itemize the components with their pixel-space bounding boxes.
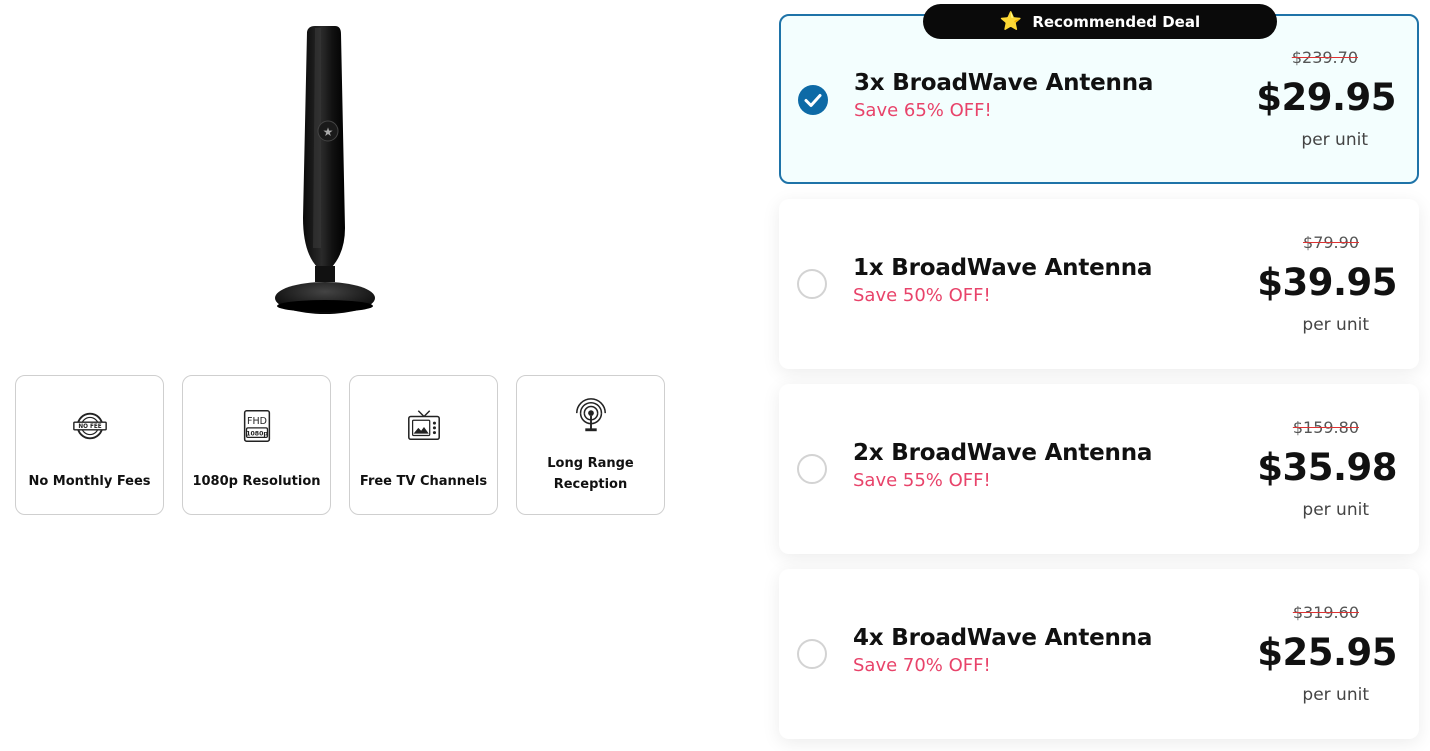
- offer-price: $25.95: [1257, 631, 1397, 674]
- offer-old-price: $319.60: [1292, 603, 1359, 622]
- offer-price: $39.95: [1257, 261, 1397, 304]
- offer-unit-label: per unit: [1301, 130, 1368, 150]
- feature-label: 1080p Resolution: [192, 474, 321, 489]
- antenna-image-icon: ★: [275, 26, 375, 314]
- offer-unit-label: per unit: [1302, 315, 1369, 335]
- feature-label: Long Range Reception: [539, 454, 641, 496]
- antenna-product-image: ★: [255, 18, 395, 318]
- radio-unselected[interactable]: [797, 269, 827, 299]
- svg-text:NO FEE: NO FEE: [78, 424, 101, 430]
- offer-old-price: $159.80: [1292, 418, 1359, 437]
- badge-label: Recommended Deal: [1032, 12, 1201, 31]
- offer-savings: Save 65% OFF!: [854, 100, 992, 121]
- offer-option-4x[interactable]: 4x BroadWave Antenna Save 70% OFF! $319.…: [779, 569, 1419, 739]
- radio-unselected[interactable]: [797, 639, 827, 669]
- feature-label: Free TV Channels: [359, 474, 488, 489]
- offer-title: 3x BroadWave Antenna: [854, 70, 1154, 96]
- feature-list: NO FEE No Monthly Fees FHD 1080p 1080p R…: [15, 375, 665, 515]
- offer-price: $35.98: [1257, 446, 1397, 489]
- feature-label-line1: Long Range: [547, 456, 634, 471]
- offer-unit-label: per unit: [1302, 685, 1369, 705]
- feature-label-line2: Reception: [553, 476, 628, 492]
- tv-icon: [404, 406, 444, 446]
- offer-old-price: $239.70: [1291, 48, 1358, 67]
- svg-text:★: ★: [323, 125, 334, 139]
- offer-savings: Save 50% OFF!: [853, 285, 991, 306]
- bundle-offers: ⭐ Recommended Deal 3x BroadWave Antenna …: [779, 4, 1419, 751]
- offer-title: 4x BroadWave Antenna: [853, 625, 1153, 651]
- offer-price: $29.95: [1256, 76, 1396, 119]
- checkmark-icon: [804, 94, 822, 107]
- offer-option-2x[interactable]: 2x BroadWave Antenna Save 55% OFF! $159.…: [779, 384, 1419, 554]
- feature-1080p-resolution: FHD 1080p 1080p Resolution: [182, 375, 331, 515]
- radio-unselected[interactable]: [797, 454, 827, 484]
- feature-label: No Monthly Fees: [28, 474, 151, 489]
- star-icon: ⭐: [999, 10, 1023, 32]
- offer-option-3x[interactable]: ⭐ Recommended Deal 3x BroadWave Antenna …: [779, 4, 1419, 184]
- offer-title: 1x BroadWave Antenna: [853, 255, 1153, 281]
- offer-savings: Save 70% OFF!: [853, 655, 991, 676]
- offer-option-1x[interactable]: 1x BroadWave Antenna Save 50% OFF! $79.9…: [779, 199, 1419, 369]
- offer-old-price: $79.90: [1303, 233, 1359, 252]
- recommended-deal-badge: ⭐ Recommended Deal: [923, 4, 1277, 39]
- feature-free-tv-channels: Free TV Channels: [349, 375, 498, 515]
- svg-text:1080p: 1080p: [246, 431, 268, 438]
- svg-text:FHD: FHD: [247, 416, 267, 427]
- feature-long-range-reception: Long Range Reception: [516, 375, 665, 515]
- offer-title: 2x BroadWave Antenna: [853, 440, 1153, 466]
- feature-no-monthly-fees: NO FEE No Monthly Fees: [15, 375, 164, 515]
- radio-selected[interactable]: [798, 85, 828, 115]
- no-fee-icon: NO FEE: [70, 406, 110, 446]
- fhd-1080p-icon: FHD 1080p: [237, 406, 277, 446]
- offer-unit-label: per unit: [1302, 500, 1369, 520]
- signal-antenna-icon: [571, 396, 611, 436]
- offer-savings: Save 55% OFF!: [853, 470, 991, 491]
